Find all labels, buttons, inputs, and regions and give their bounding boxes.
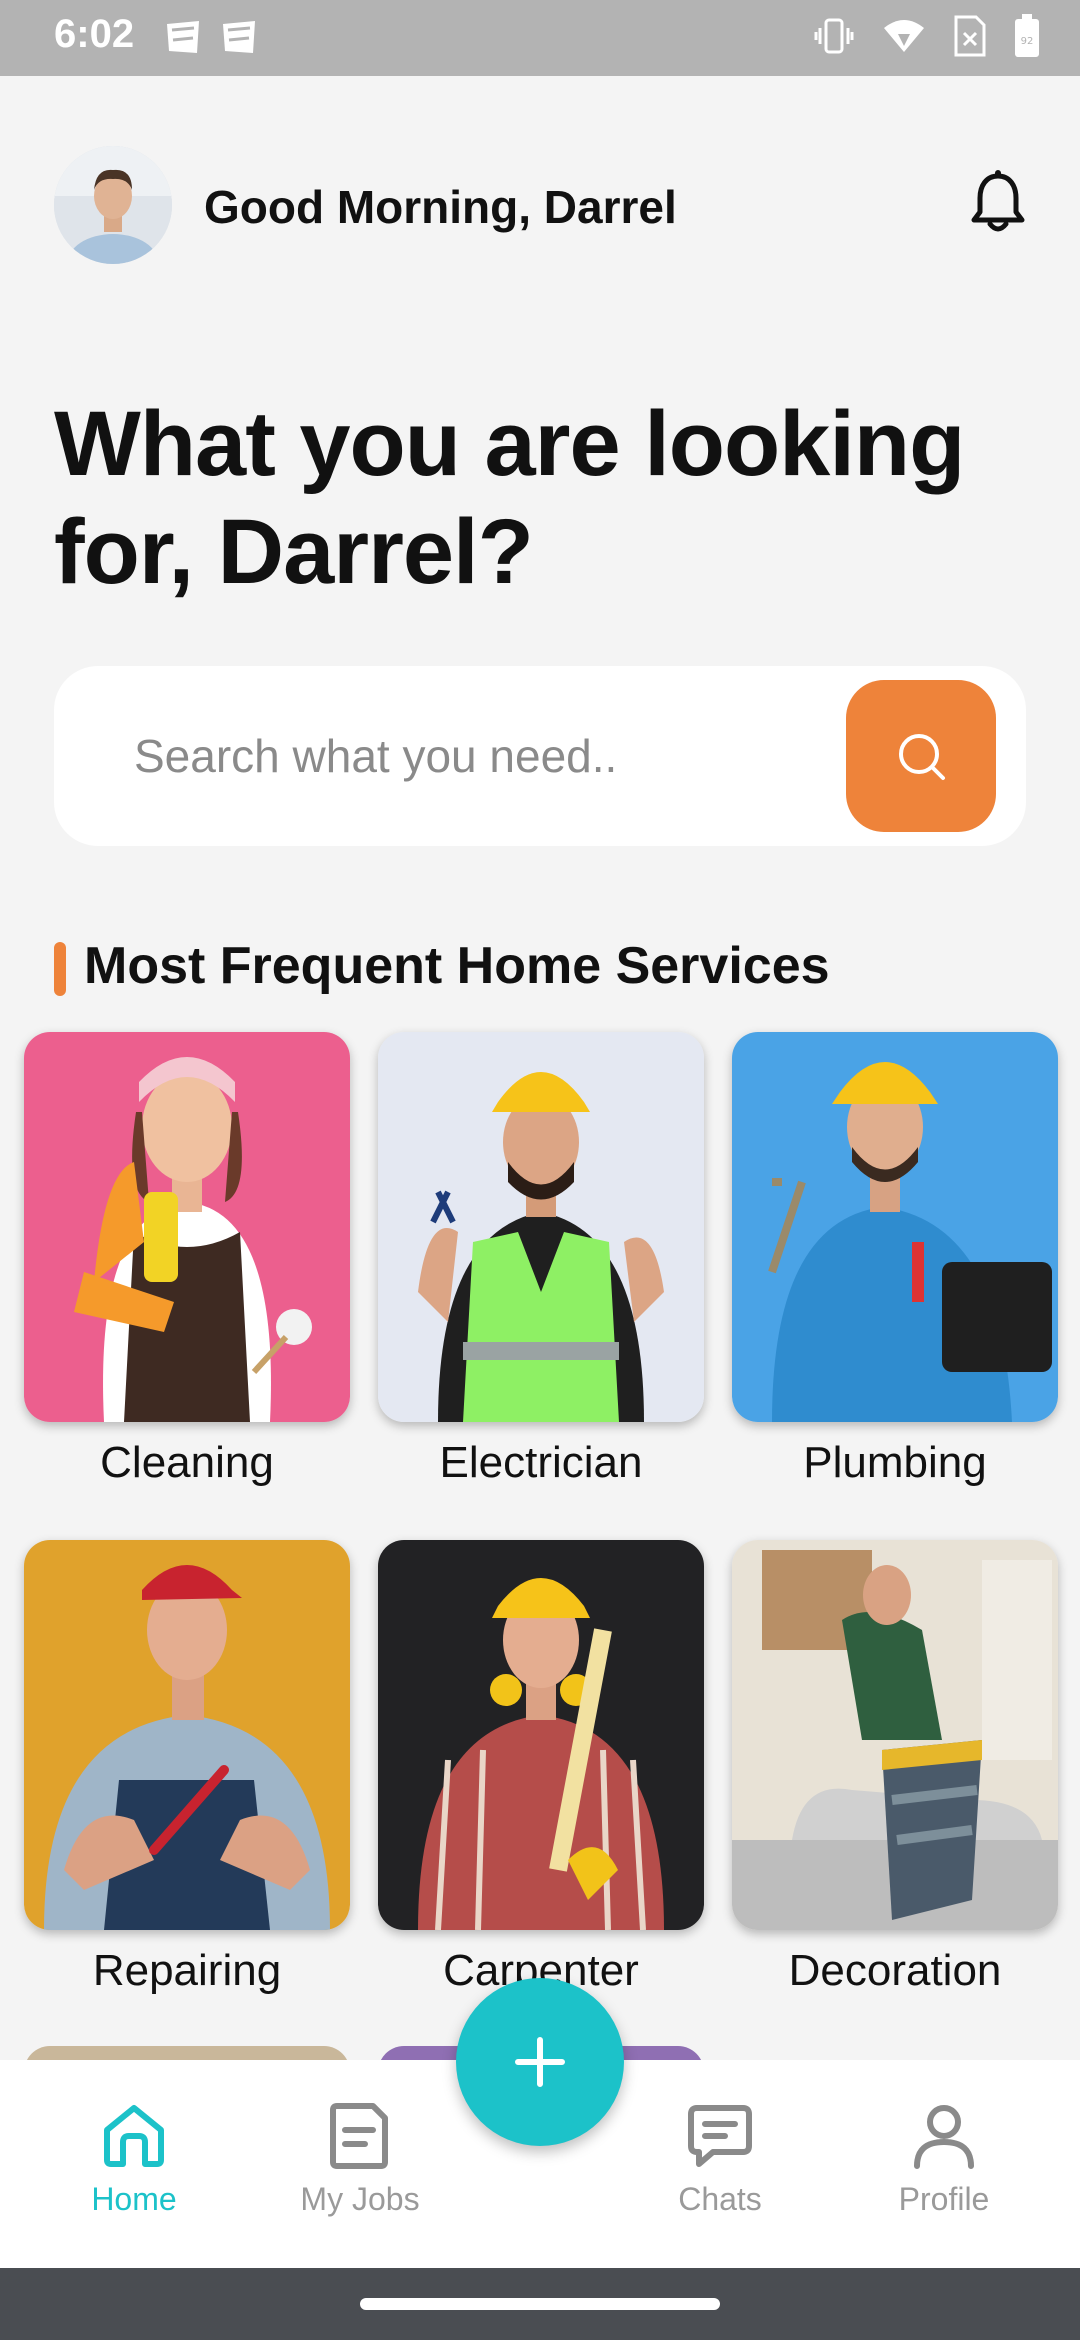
gallery-notification-icon [164, 18, 202, 56]
bell-icon[interactable] [970, 170, 1026, 234]
service-label: Cleaning [100, 1438, 274, 1487]
status-bar: 6:02 92 [0, 0, 1080, 76]
service-card-carpenter[interactable]: Carpenter [378, 1540, 704, 1996]
nav-profile-label: Profile [898, 2181, 990, 2217]
vibrate-icon [812, 16, 856, 61]
repairing-image [24, 1540, 350, 1930]
service-card-repairing[interactable]: Repairing [24, 1540, 350, 1996]
avatar[interactable] [54, 146, 172, 264]
nav-my-jobs-label: My Jobs [300, 2181, 420, 2217]
service-label: Decoration [788, 1946, 1002, 1995]
electrician-image [378, 1032, 704, 1422]
nav-home[interactable]: Home [54, 2100, 214, 2218]
nav-profile[interactable]: Profile [864, 2100, 1024, 2218]
search-icon [899, 734, 945, 780]
service-card-cleaning[interactable]: Cleaning [24, 1032, 350, 1488]
battery-icon: 92 [1014, 14, 1040, 63]
search-input[interactable] [132, 720, 816, 792]
service-label: Repairing [92, 1946, 282, 1995]
service-card-plumbing[interactable]: Plumbing [732, 1032, 1058, 1488]
page-headline: What you are looking for, Darrel? [54, 393, 965, 603]
home-icon [104, 2105, 164, 2167]
nav-my-jobs[interactable]: My Jobs [280, 2100, 440, 2218]
nav-chats-label: Chats [678, 2181, 762, 2217]
nav-home-label: Home [91, 2181, 177, 2217]
service-card-decoration[interactable]: Decoration [732, 1540, 1058, 1996]
service-label: Electrician [439, 1438, 643, 1487]
cleaning-image [24, 1032, 350, 1422]
chat-icon [688, 2105, 752, 2167]
plus-icon [515, 2037, 565, 2087]
search-button[interactable] [846, 680, 996, 832]
gallery-notification-icon [220, 18, 258, 56]
status-right-icons: 92 [812, 14, 1040, 63]
carpenter-image [378, 1540, 704, 1930]
status-time: 6:02 [54, 12, 135, 56]
no-sim-icon [952, 15, 988, 62]
greeting-text: Good Morning, Darrel [204, 181, 677, 233]
user-icon [914, 2105, 974, 2169]
wifi-icon [882, 16, 926, 61]
service-card-electrician[interactable]: Electrician [378, 1032, 704, 1488]
decoration-image [732, 1540, 1058, 1930]
svg-text:92: 92 [1021, 36, 1034, 47]
home-gesture-handle[interactable] [360, 2298, 720, 2310]
nav-chats[interactable]: Chats [640, 2100, 800, 2218]
header: Good Morning, Darrel [54, 146, 1026, 264]
system-navigation-bar [0, 2268, 1080, 2340]
search-bar [54, 666, 1026, 846]
plumbing-image [732, 1032, 1058, 1422]
status-left-icons [164, 18, 258, 56]
service-label: Plumbing [803, 1438, 987, 1487]
document-icon [330, 2103, 388, 2169]
add-button[interactable] [456, 1978, 624, 2146]
section-title: Most Frequent Home Services [84, 937, 830, 995]
section-accent-bar [54, 942, 66, 996]
